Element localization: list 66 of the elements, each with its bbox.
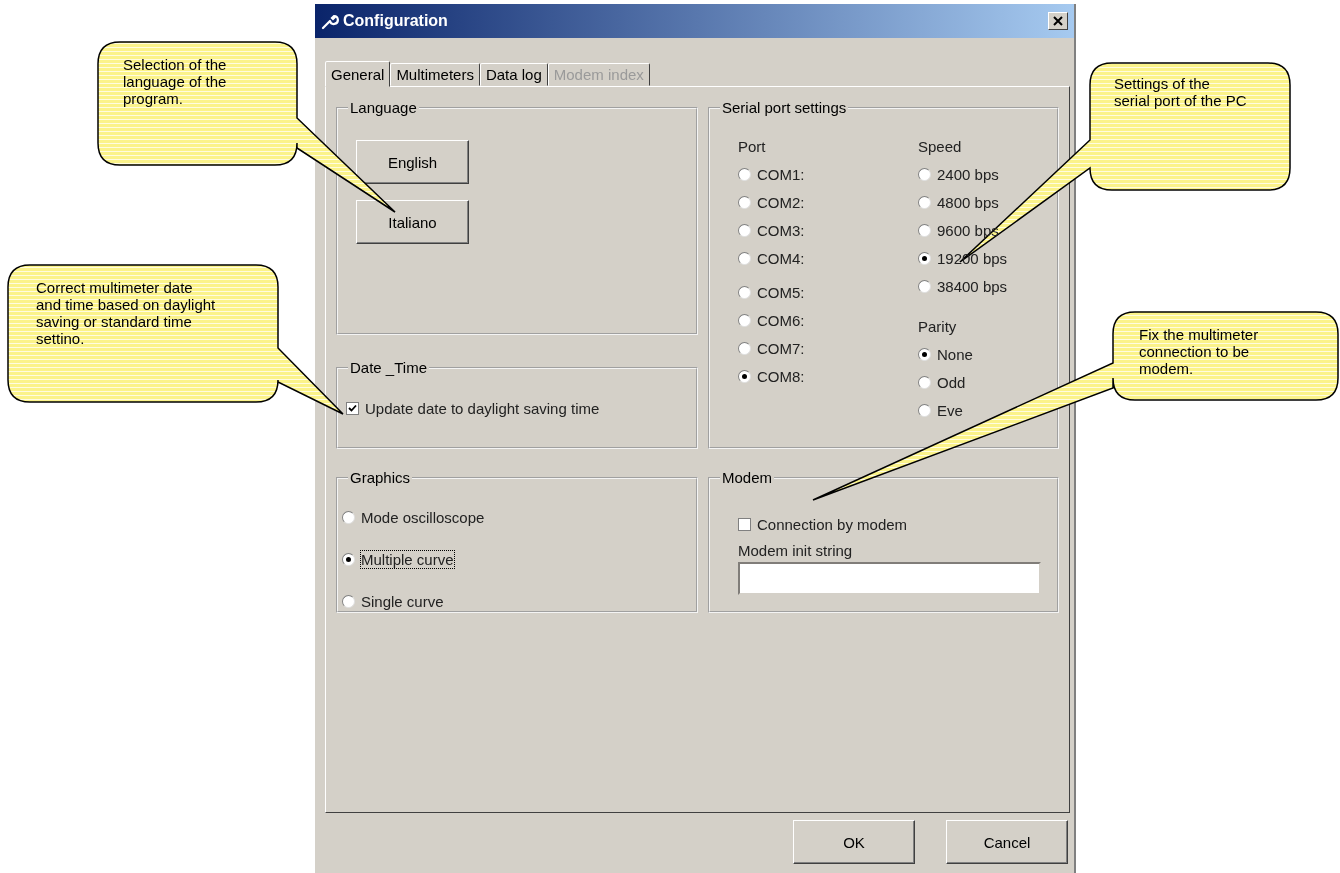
checkbox-label: Update date to daylight saving time (365, 399, 600, 417)
radio-button[interactable] (738, 195, 751, 209)
callout-text: Fix the multimeter connection to be modem. (1139, 326, 1260, 377)
radio-button[interactable] (918, 195, 931, 209)
radio-button[interactable] (738, 285, 751, 299)
tab[interactable]: General (325, 61, 391, 87)
radio-label: Mode oscilloscope (361, 508, 485, 526)
radio-button[interactable] (918, 347, 931, 361)
radio-label: Odd (937, 373, 966, 391)
group-title: Modem (721, 469, 774, 486)
radio-label: COM5: (757, 283, 805, 301)
radio-label: COM4: (757, 249, 805, 267)
radio-label: Eve (937, 401, 963, 419)
tab[interactable]: Data log (479, 63, 548, 86)
radio-button[interactable] (918, 251, 931, 265)
radio-label: 38400 bps (937, 277, 1008, 295)
radio-button[interactable] (918, 403, 931, 417)
cancel-button[interactable]: Cancel (946, 820, 1068, 864)
radio-button[interactable] (918, 279, 931, 293)
close-button[interactable] (1048, 12, 1068, 30)
parity-heading: Parity (918, 317, 958, 337)
radio-button[interactable] (738, 341, 751, 355)
group-title: Graphics (349, 469, 412, 486)
speed-heading: Speed (918, 137, 963, 157)
checkbox-label: Connection by modem (757, 515, 908, 533)
tab[interactable]: Multimeters (390, 63, 480, 86)
wrench-icon (321, 12, 339, 30)
radio-button[interactable] (738, 223, 751, 237)
radio-button[interactable] (342, 552, 355, 566)
radio-label: COM2: (757, 193, 805, 211)
radio-label: COM6: (757, 311, 805, 329)
radio-label: COM7: (757, 339, 805, 357)
input-field[interactable] (738, 562, 1041, 595)
radio-label: 19200 bps (937, 249, 1008, 267)
radio-button[interactable] (342, 510, 355, 524)
radio-button[interactable] (342, 594, 355, 608)
radio-button[interactable] (738, 369, 751, 383)
callout-text: Selection of the language of the program. (123, 56, 228, 107)
field-label: Modem init string (738, 541, 854, 561)
checkbox[interactable] (738, 517, 751, 531)
group-title: Language (349, 99, 418, 116)
radio-button[interactable] (918, 167, 931, 181)
language-button[interactable]: Italiano (356, 200, 469, 244)
radio-label: COM1: (757, 165, 805, 183)
radio-label: 4800 bps (937, 193, 999, 211)
window-title: Configuration (343, 12, 449, 30)
ok-button[interactable]: OK (793, 820, 915, 864)
radio-button[interactable] (738, 251, 751, 265)
group-title: Serial port settings (721, 99, 848, 116)
close-icon (1053, 16, 1063, 26)
radio-label: None (937, 345, 973, 363)
radio-label: COM8: (757, 367, 805, 385)
callout-text: Correct multimeter date and time based on daylight saving or standard time settino. (36, 279, 217, 347)
radio-label: COM3: (757, 221, 805, 239)
radio-button[interactable] (738, 313, 751, 327)
radio-label: Multiple curve (361, 550, 454, 568)
language-button[interactable]: English (356, 140, 469, 184)
radio-label: 2400 bps (937, 165, 999, 183)
group-title: Date _Time (349, 359, 428, 376)
port-heading: Port (738, 137, 767, 157)
radio-button[interactable] (918, 223, 931, 237)
checkbox[interactable] (346, 401, 359, 415)
radio-label: Single curve (361, 592, 444, 610)
radio-button[interactable] (918, 375, 931, 389)
callout-text: Settings of the serial port of the PC (1114, 75, 1248, 109)
radio-button[interactable] (738, 167, 751, 181)
